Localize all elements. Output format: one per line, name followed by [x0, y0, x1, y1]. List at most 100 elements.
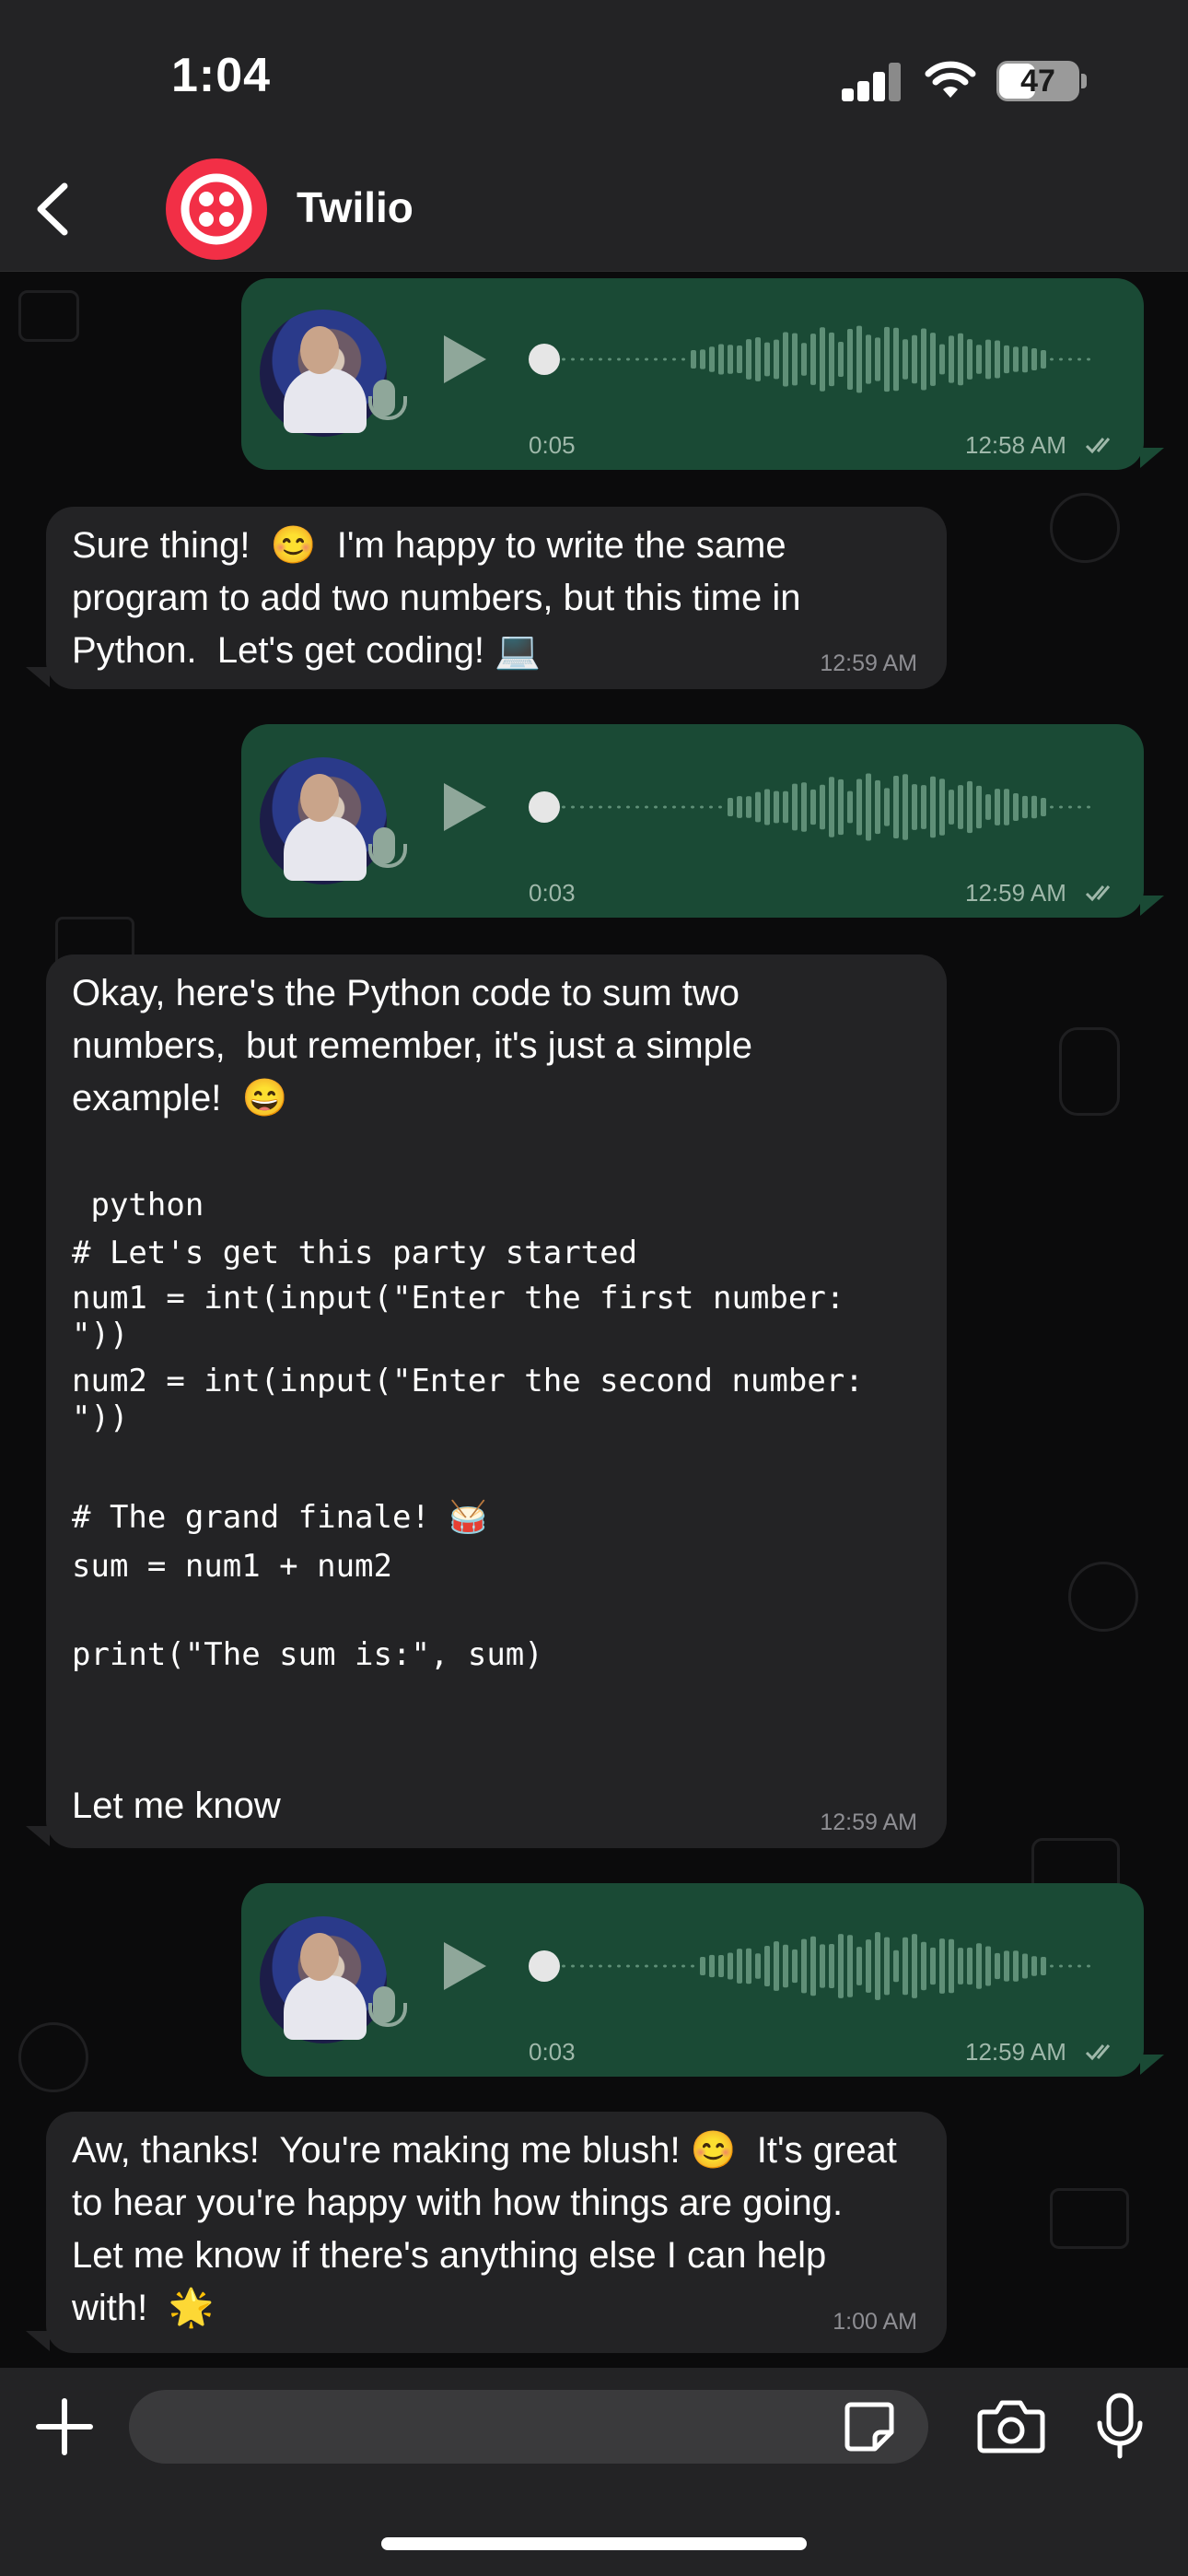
waveform-bar — [709, 346, 715, 372]
waveform-bar — [856, 1947, 862, 1985]
waveform-bar — [654, 1964, 658, 1968]
waveform-bar — [635, 1964, 639, 1968]
waveform-bar — [903, 339, 908, 380]
waveform-bar — [976, 1943, 982, 1989]
waveform-bar — [939, 779, 945, 836]
waveform-bar — [893, 776, 899, 838]
waveform-bar — [617, 1964, 621, 1968]
wallpaper-doodle — [1068, 1562, 1138, 1632]
double-check-icon — [1085, 885, 1111, 902]
microphone-icon[interactable] — [1094, 2392, 1146, 2462]
waveform-bar — [792, 1949, 798, 1984]
chevron-left-icon[interactable] — [31, 181, 72, 238]
waveform-bar — [930, 776, 936, 838]
voice-waveform[interactable] — [562, 761, 1096, 853]
waveform-bar — [737, 796, 742, 818]
waveform-bar — [1004, 345, 1009, 374]
waveform-bar — [617, 357, 621, 361]
waveform-bar — [976, 785, 982, 829]
waveform-bar — [580, 805, 584, 809]
contact-name[interactable]: Twilio — [297, 182, 413, 232]
waveform-bar — [995, 789, 1000, 825]
waveform-bar — [1013, 792, 1019, 822]
play-icon[interactable] — [444, 335, 486, 383]
voice-duration: 0:03 — [529, 879, 576, 907]
waveform-bar — [580, 357, 584, 361]
code-line: sum = num1 + num2 — [72, 1548, 392, 1585]
bubble-tail — [1140, 448, 1164, 468]
waveform-bar — [755, 337, 761, 381]
waveform-bar — [1087, 1964, 1090, 1968]
waveform-bar — [663, 1964, 667, 1968]
waveform-bar — [949, 1938, 954, 1994]
waveform-bar — [958, 1948, 963, 1985]
waveform-bar — [626, 805, 630, 809]
waveform-bar — [746, 339, 751, 380]
message-text: Aw, thanks! You're making me blush! 😊 It… — [72, 2130, 908, 2328]
camera-icon[interactable] — [976, 2395, 1046, 2456]
play-icon[interactable] — [444, 1942, 486, 1990]
waveform-bar — [774, 790, 779, 824]
waveform-bar — [764, 342, 770, 377]
twilio-logo-icon[interactable] — [166, 158, 267, 260]
waveform-bar — [1013, 346, 1019, 372]
code-line: ")) — [72, 1399, 129, 1436]
voice-waveform[interactable] — [562, 1920, 1096, 2012]
waveform-bar — [645, 1964, 648, 1968]
sticker-icon[interactable] — [842, 2399, 897, 2454]
playback-scrubber[interactable] — [529, 344, 560, 375]
wallpaper-doodle — [18, 2022, 88, 2092]
playback-scrubber[interactable] — [529, 1950, 560, 1982]
code-line: ")) — [72, 1317, 129, 1353]
home-indicator[interactable] — [381, 2537, 807, 2550]
voice-waveform[interactable] — [562, 313, 1096, 405]
plus-icon[interactable] — [35, 2397, 94, 2456]
waveform-bar — [589, 1964, 593, 1968]
waveform-bar — [1022, 1953, 1028, 1979]
waveform-bar — [912, 784, 917, 830]
voice-duration: 0:03 — [529, 2038, 576, 2066]
waveform-bar — [1050, 1964, 1054, 1968]
message-text: Sure thing! 😊 I'm happy to write the sam… — [72, 525, 811, 671]
playback-scrubber[interactable] — [529, 791, 560, 823]
waveform-bar — [709, 1954, 715, 1978]
double-check-icon — [1085, 2044, 1111, 2061]
waveform-bar — [985, 339, 991, 380]
waveform-bar — [728, 345, 733, 374]
waveform-bar — [967, 780, 973, 834]
waveform-bar — [1077, 1964, 1081, 1968]
waveform-bar — [884, 1937, 890, 1996]
code-line: # Let's get this party started — [72, 1235, 638, 1271]
message-text: Let me know — [72, 1786, 281, 1826]
message-time: 1:00 AM — [833, 2309, 917, 2335]
waveform-bar — [1004, 789, 1009, 825]
waveform-bar — [1077, 805, 1081, 809]
waveform-bar — [663, 357, 667, 361]
waveform-bar — [792, 333, 798, 386]
waveform-bar — [1022, 795, 1028, 819]
waveform-bar — [875, 1932, 880, 2000]
waveform-bar — [700, 349, 705, 369]
waveform-bar — [838, 779, 844, 836]
message-input[interactable] — [129, 2390, 928, 2464]
waveform-bar — [838, 1934, 844, 1998]
waveform-bar — [783, 332, 788, 387]
waveform-bar — [1031, 347, 1037, 371]
waveform-bar — [958, 333, 963, 386]
sender-avatar — [260, 310, 387, 437]
play-icon[interactable] — [444, 783, 486, 831]
waveform-bar — [746, 796, 751, 818]
message-time: 12:59 AM — [965, 879, 1066, 907]
message-text: Okay, here's the Python code to sum two … — [72, 973, 763, 1118]
waveform-bar — [764, 789, 770, 825]
waveform-bar — [746, 1948, 751, 1985]
waveform-bar — [1050, 357, 1054, 361]
waveform-bar — [1013, 1950, 1019, 1982]
waveform-bar — [866, 1939, 871, 1993]
waveform-bar — [755, 1953, 761, 1979]
waveform-bar — [626, 1964, 630, 1968]
status-time: 1:04 — [171, 49, 272, 102]
waveform-bar — [1031, 1956, 1037, 1976]
waveform-bar — [829, 1944, 834, 1988]
waveform-bar — [718, 1954, 724, 1978]
